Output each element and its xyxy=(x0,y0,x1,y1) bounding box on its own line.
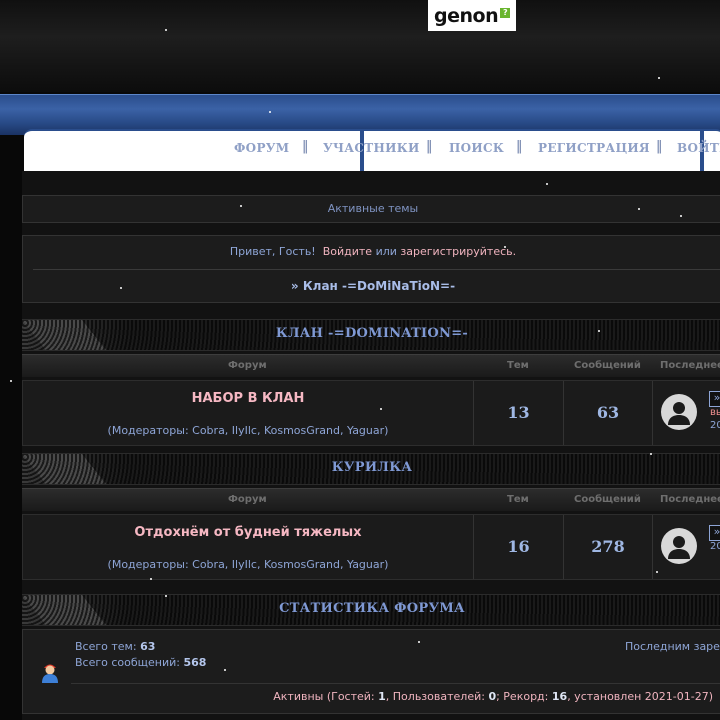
nav-login-link[interactable]: ВОЙТИ xyxy=(677,141,720,155)
topics-cell: 16 xyxy=(474,515,564,579)
last-post-user[interactable]: вы xyxy=(710,407,720,418)
login-link[interactable]: Войдите xyxy=(323,245,372,258)
forum-row: 13 63 НАБОР В КЛАН (Модераторы: Cobra, I… xyxy=(22,380,720,446)
nav-search-link[interactable]: ПОИСК xyxy=(449,141,504,155)
record-count: 16 xyxy=(551,690,568,703)
stats-user-icon xyxy=(39,660,61,688)
arrow-icon[interactable]: » xyxy=(709,391,720,407)
column-last-post: Последнее xyxy=(660,494,720,505)
total-topics-label: Всего тем: xyxy=(75,640,137,653)
greeting-hello: Привет, Гость! xyxy=(229,245,316,258)
nav-separator: ‖ xyxy=(516,139,523,154)
column-topics: Тем xyxy=(507,360,529,371)
divider xyxy=(33,269,720,270)
stats-box: Всего тем: 63 Всего сообщений: 568 После… xyxy=(22,629,720,714)
forum-name-link[interactable]: НАБОР В КЛАН xyxy=(23,391,473,406)
forum-table-header: Форум Тем Сообщений Последнее xyxy=(22,488,720,511)
nav-members-link[interactable]: УЧАСТНИКИ xyxy=(323,141,420,155)
column-posts: Сообщений xyxy=(574,360,641,371)
greeting-or: или xyxy=(375,245,397,258)
forum-moderators: (Модераторы: Cobra, IlyIlc, KosmosGrand,… xyxy=(107,558,389,571)
logo-text: genon xyxy=(434,4,499,27)
topics-count: 13 xyxy=(507,403,530,422)
stats-header: СТАТИСТИКА ФОРУМА xyxy=(22,594,720,626)
stats-title: СТАТИСТИКА ФОРУМА xyxy=(279,601,465,616)
category-header-clan: КЛАН -=DOMINATION=- xyxy=(22,319,720,351)
column-forum: Форум xyxy=(228,494,267,505)
register-link[interactable]: зарегистрируйтесь. xyxy=(400,245,516,258)
nav-separator: ‖ xyxy=(426,139,433,154)
total-posts: Всего сообщений: 568 xyxy=(75,656,206,669)
last-post-date: 20 xyxy=(710,420,720,431)
last-registered: Последним зарег xyxy=(625,640,720,653)
guests-count: 1 xyxy=(378,690,386,703)
nav-forum-link[interactable]: ФОРУМ xyxy=(234,141,289,155)
arrow-icon[interactable]: » xyxy=(709,525,720,541)
nav-separator: ‖ xyxy=(656,139,663,154)
category-header-lounge: КУРИЛКА xyxy=(22,453,720,485)
record-suffix: , установлен 2021-01-27) xyxy=(567,690,713,703)
forum-moderators: (Модераторы: Cobra, IlyIlc, KosmosGrand,… xyxy=(107,424,389,437)
nav-register-link[interactable]: РЕГИСТРАЦИЯ xyxy=(538,141,650,155)
nav-separator: ‖ xyxy=(302,139,309,154)
divider xyxy=(71,683,720,684)
posts-cell: 63 xyxy=(564,381,653,445)
greeting-box: Привет, Гость! Войдите или зарегистрируй… xyxy=(22,235,720,303)
active-topics-link[interactable]: Активные темы xyxy=(23,202,720,215)
online-prefix: Активны (Гостей: xyxy=(273,690,375,703)
genon-logo[interactable]: genon ? xyxy=(428,0,516,31)
active-topics-bar: Активные темы xyxy=(22,195,720,223)
posts-cell: 278 xyxy=(564,515,653,579)
total-topics-value: 63 xyxy=(140,640,156,653)
column-forum: Форум xyxy=(228,360,267,371)
total-posts-label: Всего сообщений: xyxy=(75,656,180,669)
greeting-line: Привет, Гость! Войдите или зарегистрируй… xyxy=(23,245,720,258)
header-background xyxy=(0,0,720,92)
user-avatar-icon[interactable] xyxy=(661,528,697,564)
column-last-post: Последнее xyxy=(660,360,720,371)
topics-count: 16 xyxy=(507,537,530,556)
total-topics: Всего тем: 63 xyxy=(75,640,155,653)
category-title[interactable]: КЛАН -=DOMINATION=- xyxy=(22,326,720,341)
column-posts: Сообщений xyxy=(574,494,641,505)
category-title[interactable]: КУРИЛКА xyxy=(22,460,720,475)
users-label: , Пользователей: xyxy=(385,690,485,703)
last-post-date: 20 xyxy=(710,541,720,552)
online-users: Активны (Гостей: 1, Пользователей: 0; Ре… xyxy=(23,690,713,703)
forum-row: 16 278 Отдохнём от будней тяжелых (Модер… xyxy=(22,514,720,580)
users-count: 0 xyxy=(488,690,497,703)
total-posts-value: 568 xyxy=(183,656,207,669)
logo-badge: ? xyxy=(500,7,511,18)
topics-cell: 13 xyxy=(474,381,564,445)
posts-count: 63 xyxy=(596,403,620,422)
forum-name-link[interactable]: Отдохнём от будней тяжелых xyxy=(23,525,473,540)
posts-count: 278 xyxy=(591,537,625,556)
main-nav: ФОРУМ ‖ УЧАСТНИКИ ‖ ПОИСК ‖ РЕГИСТРАЦИЯ … xyxy=(24,129,720,173)
column-topics: Тем xyxy=(507,494,529,505)
breadcrumb[interactable]: » Клан -=DoMiNaTioN=- xyxy=(23,279,720,293)
record-label: ; Рекорд: xyxy=(496,690,549,703)
forum-table-header: Форум Тем Сообщений Последнее xyxy=(22,354,720,377)
user-avatar-icon[interactable] xyxy=(661,394,697,430)
